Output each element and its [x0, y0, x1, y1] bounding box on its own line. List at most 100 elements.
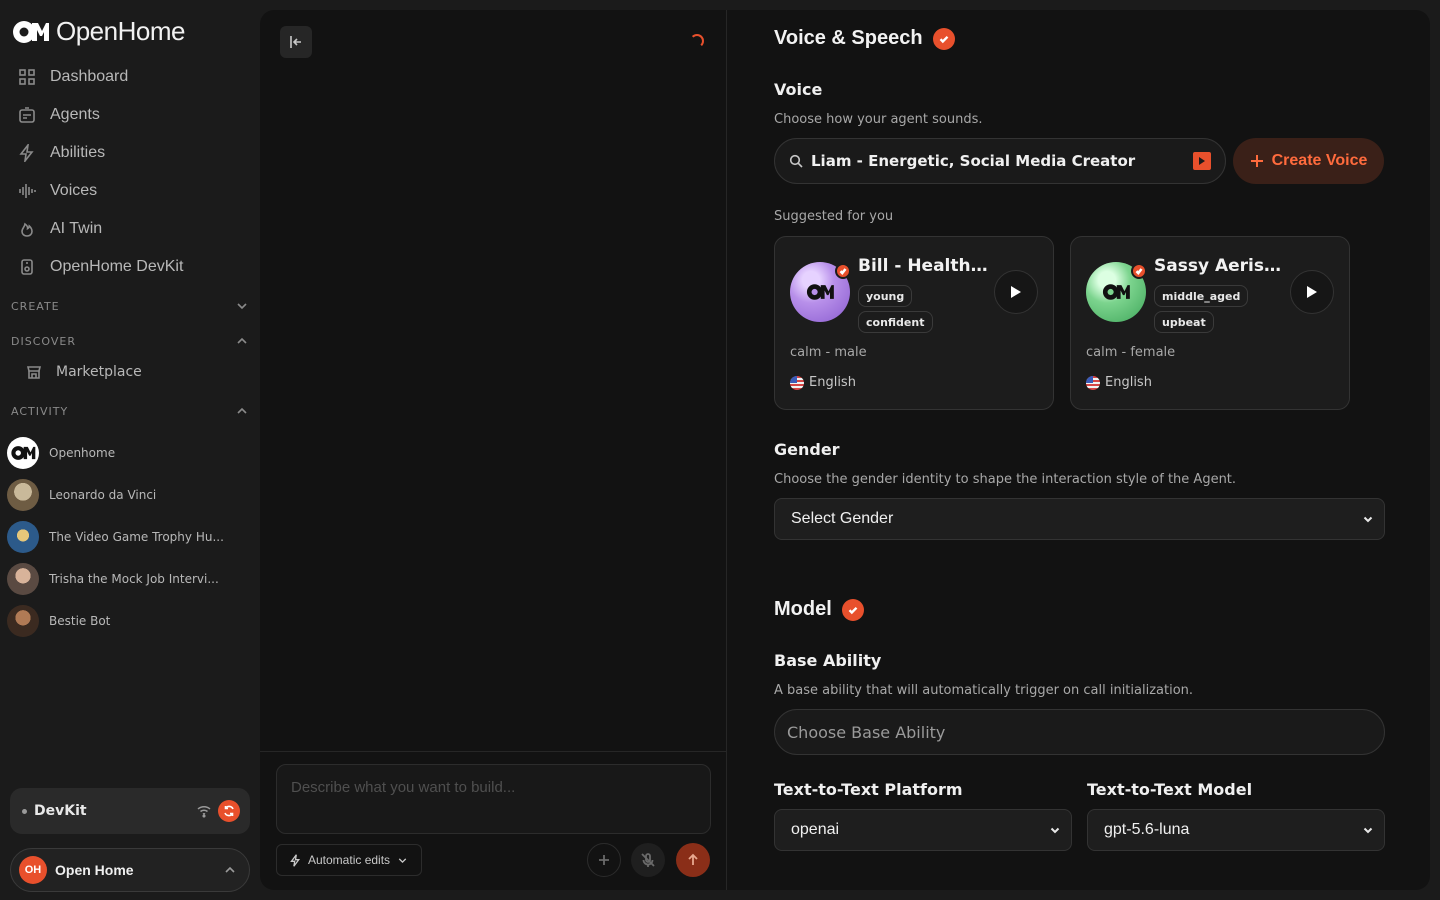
voice-tag: upbeat — [1154, 311, 1214, 333]
voice-tag: middle_aged — [1154, 285, 1249, 307]
nav-marketplace[interactable]: Marketplace — [26, 364, 142, 380]
activity-label: Leonardo da Vinci — [49, 488, 157, 502]
activity-item[interactable]: Trisha the Mock Job Intervi... — [7, 558, 252, 600]
activity-label: Bestie Bot — [49, 614, 111, 628]
main-panel: Describe what you want to build... Autom… — [260, 10, 1430, 890]
create-voice-label: Create Voice — [1271, 152, 1368, 169]
play-button[interactable] — [994, 270, 1038, 314]
verified-icon — [1131, 263, 1147, 279]
us-flag-icon — [1086, 375, 1100, 390]
activity-item[interactable]: The Video Game Trophy Hu... — [7, 516, 252, 558]
devkit-status[interactable]: DevKit — [10, 788, 250, 834]
user-menu[interactable]: OH Open Home — [10, 848, 250, 892]
collapse-panel-button[interactable] — [280, 26, 312, 58]
marketplace-label: Marketplace — [56, 364, 142, 380]
lightning-icon — [290, 853, 301, 867]
chevron-up-icon — [237, 337, 247, 344]
create-voice-button[interactable]: Create Voice — [1233, 138, 1384, 184]
nav-abilities[interactable]: Abilities — [10, 134, 250, 172]
activity-list: Openhome Leonardo da Vinci The Video Gam… — [7, 432, 252, 642]
nav-ai-twin[interactable]: AI Twin — [10, 210, 250, 248]
status-dot — [22, 808, 27, 814]
gender-description: Choose the gender identity to shape the … — [774, 472, 1237, 487]
check-icon — [932, 27, 955, 50]
language-label: English — [809, 375, 856, 390]
base-ability-description: A base ability that will automatically t… — [774, 683, 1194, 698]
automatic-edits-label: Automatic edits — [308, 853, 391, 867]
automatic-edits-dropdown[interactable]: Automatic edits — [276, 844, 423, 876]
send-button[interactable] — [676, 843, 710, 877]
section-title: Voice & Speech — [774, 27, 923, 49]
nav-label: OpenHome DevKit — [50, 258, 184, 275]
platform-value: openai — [791, 821, 840, 838]
suggested-label: Suggested for you — [774, 209, 894, 224]
brand-name: OpenHome — [56, 16, 185, 46]
sync-icon[interactable] — [218, 800, 240, 822]
nav-label: Dashboard — [50, 68, 129, 85]
nav-label: Abilities — [50, 144, 106, 161]
brand-logo[interactable]: OpenHome — [12, 16, 185, 47]
voice-card[interactable]: Bill - Health ... young confident calm -… — [774, 236, 1054, 410]
voice-label: Voice — [774, 80, 823, 99]
voice-name: Bill - Health ... — [858, 256, 988, 276]
nav-label: Voices — [50, 182, 98, 199]
plus-icon — [1250, 155, 1263, 167]
section-activity-label: ACTIVITY — [11, 404, 69, 418]
nav-label: Agents — [50, 106, 100, 123]
prompt-input[interactable]: Describe what you want to build... — [276, 764, 711, 834]
nav-dashboard[interactable]: Dashboard — [10, 58, 250, 96]
voice-search-input[interactable]: Liam - Energetic, Social Media Creator — [774, 138, 1226, 184]
user-name: Open Home — [55, 862, 134, 878]
activity-label: Openhome — [49, 446, 116, 460]
voice-language: English — [790, 375, 856, 390]
section-create[interactable]: CREATE — [11, 299, 249, 313]
section-activity[interactable]: ACTIVITY — [11, 404, 249, 418]
voice-name: Sassy Aerisi... — [1154, 256, 1284, 276]
avatar — [7, 521, 39, 553]
voice-meta: calm - female — [1086, 345, 1176, 360]
base-ability-label: Base Ability — [774, 651, 882, 670]
loading-spinner-icon — [690, 34, 704, 48]
mute-mic-button[interactable] — [631, 843, 665, 877]
add-attachment-button[interactable] — [587, 843, 621, 877]
nav-agents[interactable]: Agents — [10, 96, 250, 134]
search-icon — [789, 154, 803, 168]
main-nav: Dashboard Agents Abilities Voices AI Twi… — [10, 58, 250, 286]
us-flag-icon — [790, 375, 804, 390]
plus-icon — [599, 855, 609, 865]
avatar — [7, 605, 39, 637]
voice-tag: confident — [858, 311, 933, 333]
chevron-down-icon — [1363, 827, 1373, 834]
play-preview-icon[interactable] — [1193, 152, 1211, 170]
mic-off-icon — [641, 853, 655, 867]
section-discover-label: DISCOVER — [11, 334, 76, 348]
model-label: Text-to-Text Model — [1087, 780, 1253, 799]
gender-label: Gender — [774, 440, 840, 459]
platform-select[interactable]: openai — [774, 809, 1072, 851]
divider — [260, 751, 727, 752]
chevron-down-icon — [1050, 827, 1060, 834]
activity-item[interactable]: Openhome — [7, 432, 252, 474]
language-label: English — [1105, 375, 1152, 390]
play-button[interactable] — [1290, 270, 1334, 314]
gender-select[interactable]: Select Gender — [774, 498, 1385, 540]
activity-item[interactable]: Bestie Bot — [7, 600, 252, 642]
nav-voices[interactable]: Voices — [10, 172, 250, 210]
voice-card[interactable]: Sassy Aerisi... middle_aged upbeat calm … — [1070, 236, 1350, 410]
section-title: Model — [774, 598, 832, 620]
devkit-label: DevKit — [34, 803, 87, 819]
activity-item[interactable]: Leonardo da Vinci — [7, 474, 252, 516]
model-select[interactable]: gpt-5.6-luna — [1087, 809, 1385, 851]
section-create-label: CREATE — [11, 299, 60, 313]
voice-value: Liam - Energetic, Social Media Creator — [811, 152, 1136, 170]
check-icon — [841, 598, 864, 621]
voice-description: Choose how your agent sounds. — [774, 112, 983, 127]
arrow-up-icon — [688, 853, 698, 865]
agent-icon — [19, 107, 35, 123]
section-discover[interactable]: DISCOVER — [11, 334, 249, 348]
base-ability-input[interactable]: Choose Base Ability — [774, 709, 1385, 755]
sidebar: OpenHome Dashboard Agents Abilities Voic… — [0, 0, 260, 900]
nav-devkit[interactable]: OpenHome DevKit — [10, 248, 250, 286]
play-icon — [1011, 286, 1021, 298]
chevron-down-icon — [1363, 516, 1373, 523]
